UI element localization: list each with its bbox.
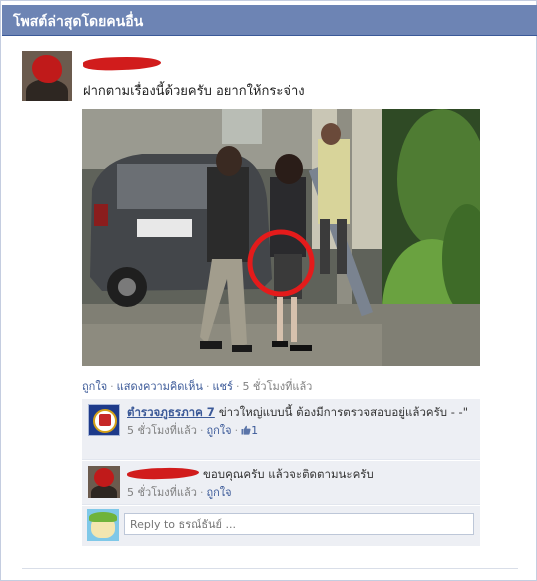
divider — [22, 568, 518, 569]
reply-input[interactable] — [124, 513, 474, 535]
comment-author-name-redacted[interactable] — [126, 466, 200, 481]
comment-item: ขอบคุณครับ แล้วจะติดตามนะครับ 5 ชั่วโมงท… — [82, 461, 480, 505]
comment-author-link[interactable]: ตำรวจภูธรภาค 7 — [127, 405, 215, 419]
post-message: ฝากตามเรื่องนี้ด้วยครับ อยากให้กระจ่าง — [83, 84, 305, 99]
recent-posts-panel: โพสต์ล่าสุดโดยคนอื่น ฝากตามเรื่องนี้ด้วย… — [0, 0, 537, 581]
post-photo[interactable] — [82, 109, 480, 366]
panel-title: โพสต์ล่าสุดโดยคนอื่น — [13, 14, 144, 30]
comment-like-link[interactable]: ถูกใจ — [206, 486, 231, 499]
comment-timestamp: 5 ชั่วโมงที่แล้ว — [127, 424, 197, 437]
post-author-avatar[interactable] — [22, 51, 72, 101]
comments-section: ตำรวจภูธรภาค 7 ข่าวใหญ่แบบนี้ ต้องมีการตร… — [82, 399, 480, 546]
comment-timestamp: 5 ชั่วโมงที่แล้ว — [127, 486, 197, 499]
comment-meta: 5 ชั่วโมงที่แล้ว · ถูกใจ · 1 — [127, 424, 259, 437]
current-user-avatar — [87, 509, 119, 541]
commenter-avatar[interactable] — [88, 466, 120, 498]
post-comment-link[interactable]: แสดงความคิดเห็น — [117, 380, 203, 393]
comment-item: ตำรวจภูธรภาค 7 ข่าวใหญ่แบบนี้ ต้องมีการตร… — [82, 399, 480, 460]
comment-body: ขอบคุณครับ แล้วจะติดตามนะครับ 5 ชั่วโมงท… — [126, 466, 472, 500]
commenter-avatar-police-badge[interactable] — [88, 404, 120, 436]
reply-composer — [82, 506, 480, 546]
comment-text: ข่าวใหญ่แบบนี้ ต้องมีการตรวจสอบอยู่แล้วค… — [218, 405, 468, 419]
comment-meta: 5 ชั่วโมงที่แล้ว · ถูกใจ — [127, 486, 232, 499]
comment-text: ขอบคุณครับ แล้วจะติดตามนะครับ — [203, 467, 374, 481]
panel-header: โพสต์ล่าสุดโดยคนอื่น — [2, 5, 537, 36]
thumbs-up-icon — [241, 425, 251, 435]
comment-like-link[interactable]: ถูกใจ — [206, 424, 231, 437]
post-actions-bar: ถูกใจ · แสดงความคิดเห็น · แชร์ · 5 ชั่วโมงที่แ… — [82, 380, 313, 393]
comment-like-count[interactable]: 1 — [241, 424, 258, 437]
post-like-link[interactable]: ถูกใจ — [82, 380, 107, 393]
like-count-value: 1 — [251, 424, 259, 437]
comment-body: ตำรวจภูธรภาค 7 ข่าวใหญ่แบบนี้ ต้องมีการตร… — [127, 405, 472, 438]
post-timestamp: 5 ชั่วโมงที่แล้ว — [242, 380, 313, 393]
post-author-name-redacted[interactable] — [82, 55, 162, 72]
post-share-link[interactable]: แชร์ — [212, 380, 232, 393]
